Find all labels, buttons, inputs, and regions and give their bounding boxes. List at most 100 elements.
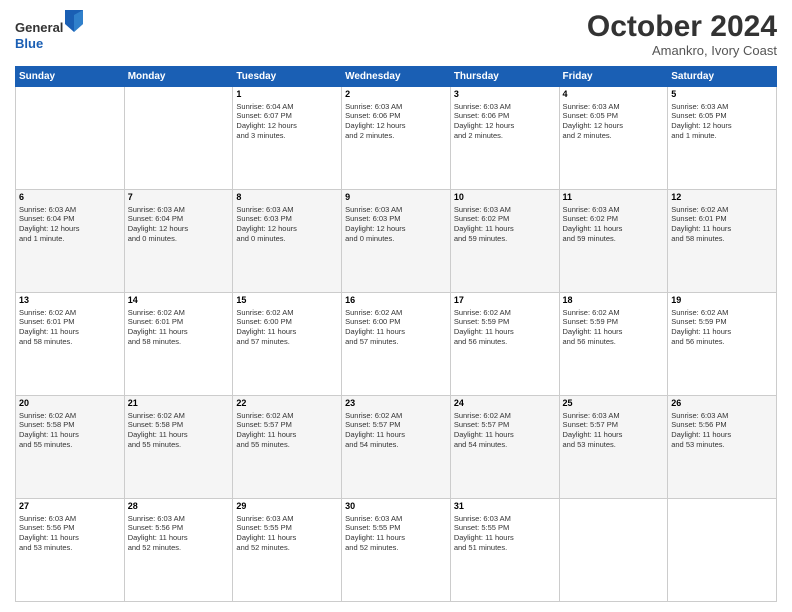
calendar-cell: 29Sunrise: 6:03 AM Sunset: 5:55 PM Dayli… (233, 499, 342, 602)
day-info: Sunrise: 6:02 AM Sunset: 6:00 PM Dayligh… (345, 308, 447, 347)
day-info: Sunrise: 6:03 AM Sunset: 5:55 PM Dayligh… (454, 514, 556, 553)
weekday-header-friday: Friday (559, 67, 668, 87)
calendar-week-row: 6Sunrise: 6:03 AM Sunset: 6:04 PM Daylig… (16, 190, 777, 293)
day-number: 10 (454, 192, 556, 204)
day-info: Sunrise: 6:03 AM Sunset: 6:06 PM Dayligh… (454, 102, 556, 141)
day-number: 17 (454, 295, 556, 307)
logo-text: General Blue (15, 10, 83, 51)
calendar-cell: 17Sunrise: 6:02 AM Sunset: 5:59 PM Dayli… (450, 293, 559, 396)
weekday-header-monday: Monday (124, 67, 233, 87)
weekday-header-sunday: Sunday (16, 67, 125, 87)
day-number: 11 (563, 192, 665, 204)
day-number: 26 (671, 398, 773, 410)
day-info: Sunrise: 6:02 AM Sunset: 5:59 PM Dayligh… (563, 308, 665, 347)
day-number: 23 (345, 398, 447, 410)
logo-icon (65, 10, 83, 32)
calendar-cell: 25Sunrise: 6:03 AM Sunset: 5:57 PM Dayli… (559, 396, 668, 499)
day-number: 12 (671, 192, 773, 204)
calendar-cell: 14Sunrise: 6:02 AM Sunset: 6:01 PM Dayli… (124, 293, 233, 396)
location-title: Amankro, Ivory Coast (587, 43, 777, 58)
calendar-cell: 8Sunrise: 6:03 AM Sunset: 6:03 PM Daylig… (233, 190, 342, 293)
title-block: October 2024 Amankro, Ivory Coast (587, 10, 777, 58)
day-info: Sunrise: 6:02 AM Sunset: 5:57 PM Dayligh… (345, 411, 447, 450)
calendar-cell (16, 87, 125, 190)
day-info: Sunrise: 6:02 AM Sunset: 5:59 PM Dayligh… (671, 308, 773, 347)
calendar-cell: 10Sunrise: 6:03 AM Sunset: 6:02 PM Dayli… (450, 190, 559, 293)
calendar-cell: 31Sunrise: 6:03 AM Sunset: 5:55 PM Dayli… (450, 499, 559, 602)
day-info: Sunrise: 6:03 AM Sunset: 6:03 PM Dayligh… (236, 205, 338, 244)
day-info: Sunrise: 6:03 AM Sunset: 6:05 PM Dayligh… (671, 102, 773, 141)
calendar-cell: 18Sunrise: 6:02 AM Sunset: 5:59 PM Dayli… (559, 293, 668, 396)
calendar-cell: 1Sunrise: 6:04 AM Sunset: 6:07 PM Daylig… (233, 87, 342, 190)
weekday-header-thursday: Thursday (450, 67, 559, 87)
logo-general: General (15, 20, 63, 35)
page: General Blue October 2024 Amankro, Ivory… (0, 0, 792, 612)
day-number: 6 (19, 192, 121, 204)
calendar-cell: 23Sunrise: 6:02 AM Sunset: 5:57 PM Dayli… (342, 396, 451, 499)
day-number: 13 (19, 295, 121, 307)
day-info: Sunrise: 6:03 AM Sunset: 6:02 PM Dayligh… (563, 205, 665, 244)
day-number: 1 (236, 89, 338, 101)
day-info: Sunrise: 6:02 AM Sunset: 6:00 PM Dayligh… (236, 308, 338, 347)
day-number: 31 (454, 501, 556, 513)
day-number: 20 (19, 398, 121, 410)
calendar-cell: 13Sunrise: 6:02 AM Sunset: 6:01 PM Dayli… (16, 293, 125, 396)
calendar-cell: 26Sunrise: 6:03 AM Sunset: 5:56 PM Dayli… (668, 396, 777, 499)
day-info: Sunrise: 6:03 AM Sunset: 5:55 PM Dayligh… (236, 514, 338, 553)
day-info: Sunrise: 6:02 AM Sunset: 5:58 PM Dayligh… (128, 411, 230, 450)
calendar-week-row: 27 Sunrise: 6:03 AM Sunset: 5:56 PM Dayli… (16, 499, 777, 602)
calendar-cell: 6Sunrise: 6:03 AM Sunset: 6:04 PM Daylig… (16, 190, 125, 293)
calendar-cell: 28Sunrise: 6:03 AM Sunset: 5:56 PM Dayli… (124, 499, 233, 602)
logo-blue: Blue (15, 36, 43, 51)
day-number: 19 (671, 295, 773, 307)
weekday-header-saturday: Saturday (668, 67, 777, 87)
day-info: Sunrise: 6:02 AM Sunset: 5:57 PM Dayligh… (236, 411, 338, 450)
calendar-week-row: 13 Sunrise: 6:02 AM Sunset: 6:01 PM Dayli… (16, 293, 777, 396)
day-number: 2 (345, 89, 447, 101)
weekday-header-tuesday: Tuesday (233, 67, 342, 87)
day-info: Sunrise: 6:03 AM Sunset: 6:04 PM Dayligh… (19, 205, 121, 244)
day-number: 27 (19, 501, 121, 513)
calendar-cell: 3Sunrise: 6:03 AM Sunset: 6:06 PM Daylig… (450, 87, 559, 190)
day-info: Sunrise: 6:03 AM Sunset: 6:06 PM Dayligh… (345, 102, 447, 141)
calendar-cell: 30Sunrise: 6:03 AM Sunset: 5:55 PM Dayli… (342, 499, 451, 602)
day-number: 24 (454, 398, 556, 410)
calendar-cell: 5Sunrise: 6:03 AM Sunset: 6:05 PM Daylig… (668, 87, 777, 190)
calendar-cell: 21Sunrise: 6:02 AM Sunset: 5:58 PM Dayli… (124, 396, 233, 499)
day-number: 22 (236, 398, 338, 410)
day-info: Sunrise: 6:04 AM Sunset: 6:07 PM Dayligh… (236, 102, 338, 141)
calendar-cell: 20Sunrise: 6:02 AM Sunset: 5:58 PM Dayli… (16, 396, 125, 499)
day-number: 28 (128, 501, 230, 513)
day-info: Sunrise: 6:03 AM Sunset: 5:57 PM Dayligh… (563, 411, 665, 450)
day-number: 30 (345, 501, 447, 513)
calendar-cell: 15Sunrise: 6:02 AM Sunset: 6:00 PM Dayli… (233, 293, 342, 396)
day-number: 9 (345, 192, 447, 204)
calendar-header-row: SundayMondayTuesdayWednesdayThursdayFrid… (16, 67, 777, 87)
month-title: October 2024 (587, 10, 777, 43)
day-info: Sunrise: 6:03 AM Sunset: 5:55 PM Dayligh… (345, 514, 447, 553)
calendar-cell: 16Sunrise: 6:02 AM Sunset: 6:00 PM Dayli… (342, 293, 451, 396)
day-number: 7 (128, 192, 230, 204)
header: General Blue October 2024 Amankro, Ivory… (15, 10, 777, 58)
calendar-week-row: 20 Sunrise: 6:02 AM Sunset: 5:58 PM Dayli… (16, 396, 777, 499)
weekday-header-wednesday: Wednesday (342, 67, 451, 87)
calendar-cell (668, 499, 777, 602)
calendar-cell (559, 499, 668, 602)
day-info: Sunrise: 6:03 AM Sunset: 6:03 PM Dayligh… (345, 205, 447, 244)
calendar-cell: 9Sunrise: 6:03 AM Sunset: 6:03 PM Daylig… (342, 190, 451, 293)
calendar-cell: 2Sunrise: 6:03 AM Sunset: 6:06 PM Daylig… (342, 87, 451, 190)
day-info: Sunrise: 6:03 AM Sunset: 5:56 PM Dayligh… (128, 514, 230, 553)
day-number: 21 (128, 398, 230, 410)
calendar-cell: 11Sunrise: 6:03 AM Sunset: 6:02 PM Dayli… (559, 190, 668, 293)
calendar-cell: 12Sunrise: 6:02 AM Sunset: 6:01 PM Dayli… (668, 190, 777, 293)
day-info: Sunrise: 6:02 AM Sunset: 5:59 PM Dayligh… (454, 308, 556, 347)
calendar-cell: 7Sunrise: 6:03 AM Sunset: 6:04 PM Daylig… (124, 190, 233, 293)
day-info: Sunrise: 6:03 AM Sunset: 6:02 PM Dayligh… (454, 205, 556, 244)
calendar-cell: 27Sunrise: 6:03 AM Sunset: 5:56 PM Dayli… (16, 499, 125, 602)
calendar-cell: 24Sunrise: 6:02 AM Sunset: 5:57 PM Dayli… (450, 396, 559, 499)
day-info: Sunrise: 6:02 AM Sunset: 6:01 PM Dayligh… (128, 308, 230, 347)
day-info: Sunrise: 6:02 AM Sunset: 6:01 PM Dayligh… (671, 205, 773, 244)
day-number: 25 (563, 398, 665, 410)
calendar-cell: 22Sunrise: 6:02 AM Sunset: 5:57 PM Dayli… (233, 396, 342, 499)
day-number: 8 (236, 192, 338, 204)
